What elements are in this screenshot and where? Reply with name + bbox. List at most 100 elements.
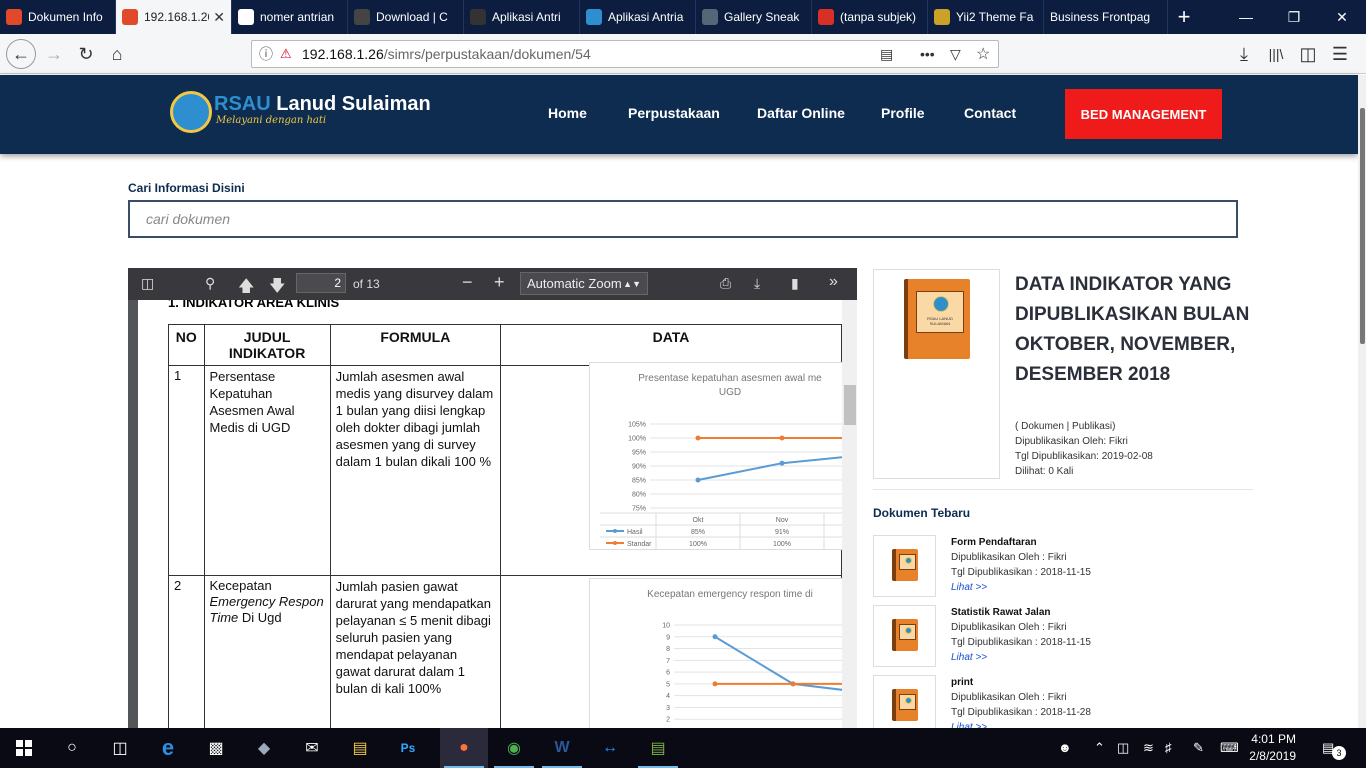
pdf-scrollbar[interactable] xyxy=(842,300,857,728)
browser-tab[interactable]: 192.168.1.26 ✕ xyxy=(116,0,232,34)
zoom-in-icon[interactable]: + xyxy=(494,272,505,293)
data-point xyxy=(790,681,796,687)
menu-hamburger-icon[interactable]: ☰ xyxy=(1324,38,1356,70)
x-category-label: Nov xyxy=(776,517,789,524)
wifi-icon[interactable]: ≋ xyxy=(1143,740,1154,756)
clock[interactable]: 4:01 PM 2/8/2019 xyxy=(1246,731,1296,765)
start-button[interactable] xyxy=(0,728,48,768)
browser-tab[interactable]: Business Frontpag xyxy=(1044,0,1168,34)
document-thumbnail[interactable] xyxy=(873,605,936,667)
battery-icon[interactable]: ◫ xyxy=(1117,740,1129,756)
sidebar-toggle-icon[interactable]: ◫ xyxy=(141,275,154,292)
download-icon[interactable]: ⤓ xyxy=(754,275,760,292)
bookmark-star-icon[interactable]: ☆ xyxy=(976,44,990,64)
next-page-icon[interactable]: 🡇 xyxy=(269,275,285,302)
back-button[interactable]: ← xyxy=(6,39,36,69)
browser-tab[interactable]: Yii2 Theme Fa xyxy=(928,0,1044,34)
menu-contact[interactable]: Contact xyxy=(964,105,1016,121)
menu-home[interactable]: Home xyxy=(548,105,587,121)
mail-icon[interactable]: ✉ xyxy=(288,728,336,768)
edge-icon[interactable]: e xyxy=(144,728,192,768)
downloads-icon[interactable]: ⤓ xyxy=(1228,38,1260,70)
browser-tab[interactable]: Aplikasi Antria xyxy=(580,0,696,34)
reload-button[interactable]: ↻ xyxy=(70,38,102,70)
task-view-icon[interactable]: ◫ xyxy=(96,728,144,768)
app-icon[interactable]: ◆ xyxy=(240,728,288,768)
browser-tab[interactable]: Download | C xyxy=(348,0,464,34)
recent-title[interactable]: Form Pendaftaran xyxy=(951,537,1037,548)
address-bar[interactable]: ⓘ ⚠ 192.168.1.26/simrs/perpustakaan/doku… xyxy=(251,40,999,68)
data-label: 91% xyxy=(775,529,789,536)
logo-icon[interactable] xyxy=(170,91,212,133)
pdf-scrollbar-thumb[interactable] xyxy=(844,385,856,425)
site-brand[interactable]: RSAU Lanud Sulaiman xyxy=(214,93,431,116)
menu-daftar-online[interactable]: Daftar Online xyxy=(757,105,845,121)
close-window-button[interactable]: ✕ xyxy=(1318,0,1366,34)
forward-button[interactable]: → xyxy=(38,38,70,70)
tray-arrow-icon[interactable]: ⌃ xyxy=(1094,740,1105,756)
library-icon[interactable]: |||\ xyxy=(1260,38,1292,70)
notebook-cover xyxy=(899,694,916,710)
tools-icon[interactable]: » xyxy=(829,273,838,291)
notebook-icon: RSAU LANUD SULAIMAN xyxy=(904,279,970,359)
previous-page-icon[interactable]: 🡅 xyxy=(238,275,254,302)
recent-document-item[interactable]: Form Pendaftaran Dipublikasikan Oleh : Fi… xyxy=(873,535,1253,599)
print-icon[interactable]: ⎙ xyxy=(720,275,731,292)
brand-prefix: RSAU xyxy=(214,93,271,115)
firefox-icon[interactable]: ● xyxy=(440,728,488,768)
people-icon[interactable]: ☻ xyxy=(1058,740,1072,755)
page-number-input[interactable] xyxy=(296,273,346,293)
restore-button[interactable]: ❐ xyxy=(1270,0,1318,34)
browser-tab[interactable]: Dokumen Info xyxy=(0,0,116,34)
page-actions-icon[interactable]: ••• xyxy=(920,46,935,62)
zoom-out-icon[interactable]: − xyxy=(462,272,473,293)
document-thumbnail[interactable] xyxy=(873,535,936,597)
minimize-button[interactable]: — xyxy=(1222,0,1270,34)
brand-name: Lanud Sulaiman xyxy=(270,93,431,115)
recent-document-item[interactable]: Statistik Rawat Jalan Dipublikasikan Oleh… xyxy=(873,605,1253,669)
xr-icon xyxy=(470,9,486,25)
tab-title: 192.168.1.26 xyxy=(144,10,210,24)
browser-tab[interactable]: (tanpa subjek) xyxy=(812,0,928,34)
chart-svg: 10987654321 xyxy=(662,623,842,724)
home-button[interactable]: ⌂ xyxy=(101,38,133,70)
recent-title[interactable]: print xyxy=(951,677,973,688)
info-icon[interactable]: ⓘ xyxy=(252,44,280,64)
search-icon[interactable]: ○ xyxy=(48,728,96,768)
page-scrollbar-thumb[interactable] xyxy=(1360,108,1365,344)
browser-tab[interactable]: Gallery Sneak xyxy=(696,0,812,34)
zoom-select[interactable]: Automatic Zoom ▲▼ xyxy=(520,272,648,295)
chart-app-icon[interactable]: ▤ xyxy=(634,728,682,768)
bookmark-icon[interactable]: ▮ xyxy=(791,275,799,292)
photoshop-icon[interactable]: Ps xyxy=(384,728,432,768)
new-tab-button[interactable]: + xyxy=(1168,0,1200,34)
browser-tab[interactable]: Aplikasi Antri xyxy=(464,0,580,34)
view-link[interactable]: Lihat >> xyxy=(951,582,987,593)
pen-icon[interactable]: ✎ xyxy=(1193,740,1204,756)
keyboard-icon[interactable]: ⌨ xyxy=(1220,740,1239,756)
chrome-icon[interactable]: ◉ xyxy=(490,728,538,768)
insecure-lock-icon: ⚠ xyxy=(280,46,292,61)
close-tab-icon[interactable]: ✕ xyxy=(213,9,225,26)
search-input[interactable] xyxy=(128,200,1238,238)
notification-icon[interactable]: ▤ 3 xyxy=(1322,740,1346,760)
pocket-icon[interactable]: ▽ xyxy=(950,46,961,63)
find-icon[interactable]: ⚲ xyxy=(205,275,215,292)
word-icon[interactable]: W xyxy=(538,728,586,768)
recent-title[interactable]: Statistik Rawat Jalan xyxy=(951,607,1050,618)
menu-perpustakaan[interactable]: Perpustakaan xyxy=(628,105,720,121)
file-explorer-icon[interactable]: ▤ xyxy=(336,728,384,768)
browser-tab[interactable]: nomer antrian xyxy=(232,0,348,34)
pdf-page: 1. INDIKATOR AREA KLINIS NO JUDUL INDIKA… xyxy=(138,300,842,728)
bed-management-button[interactable]: BED MANAGEMENT xyxy=(1065,89,1222,139)
view-link[interactable]: Lihat >> xyxy=(951,652,987,663)
y-tick-label: 7 xyxy=(666,658,670,665)
volume-icon[interactable]: ♯ xyxy=(1165,740,1172,755)
sidebar-icon[interactable]: ◫ xyxy=(1292,38,1324,70)
table-header-row: NO JUDUL INDIKATOR FORMULA DATA xyxy=(168,324,842,366)
store-icon[interactable]: ▩ xyxy=(192,728,240,768)
menu-profile[interactable]: Profile xyxy=(881,105,925,121)
document-published-by: Dipublikasikan Oleh: Fikri xyxy=(1015,436,1128,447)
teamviewer-icon[interactable]: ↔ xyxy=(586,728,634,768)
reader-view-icon[interactable]: ▤ xyxy=(880,46,893,63)
